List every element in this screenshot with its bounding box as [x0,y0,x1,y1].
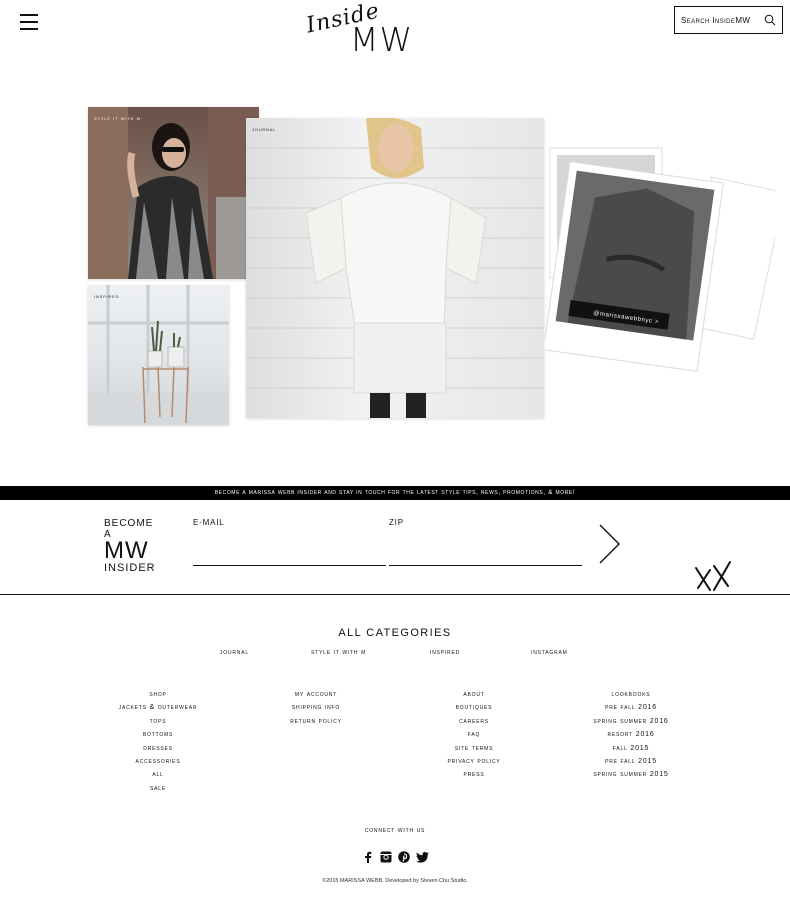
site-logo[interactable]: Inside MW [300,0,420,59]
search-input[interactable]: Search InsideMW [674,6,783,34]
footer-col-company: about boutiques careers faq site terms p… [424,688,524,782]
search-icon[interactable] [764,14,776,26]
email-field[interactable] [193,534,386,564]
footer-link[interactable]: careers [424,715,524,728]
insider-title-bottom: INSIDER [104,562,156,574]
insider-title: BECOME A MW INSIDER [104,518,164,574]
footer-link[interactable]: spring summer 2016 [576,715,686,728]
inspired-tile[interactable]: inspired [88,285,229,425]
twitter-icon[interactable] [416,852,429,863]
connect-heading: connect with us [364,827,426,834]
footer-link[interactable]: bottoms [108,728,208,741]
footer-col-shop: shop jackets & outerwear tops bottoms dr… [108,688,208,795]
zip-field[interactable] [389,534,582,564]
footer-link[interactable]: privacy policy [424,755,524,768]
signup-banner: become a marissa webb insider and stay i… [0,486,790,500]
zip-underline [389,565,582,566]
footer-link[interactable]: pre fall 2016 [576,701,686,714]
email-label: E-MAIL [193,518,225,527]
social-links [362,850,430,864]
footer-link[interactable]: lookbooks [576,688,686,701]
footer-link[interactable]: shipping info [266,701,366,714]
footer-link[interactable]: return policy [266,715,366,728]
tile-label-journal: journal [252,127,277,133]
footer-link[interactable]: boutiques [424,701,524,714]
category-link-inspired[interactable]: inspired [430,649,460,656]
footer-link[interactable]: spring summer 2015 [576,768,686,781]
footer-link[interactable]: sale [108,782,208,795]
email-underline [193,565,386,566]
instagram-tile[interactable]: @marissawebbnyc > [542,143,786,373]
footer-link[interactable]: accessories [108,755,208,768]
footer-link[interactable]: faq [424,728,524,741]
all-categories-heading: ALL CATEGORIES [338,627,452,639]
footer-link[interactable]: about [424,688,524,701]
category-link-journal[interactable]: journal [220,649,249,656]
footer-link[interactable]: press [424,768,524,781]
footer-link[interactable]: tops [108,715,208,728]
instagram-polaroid-stack [542,147,786,372]
footer-link[interactable]: shop [108,688,208,701]
footer-link[interactable]: fall 2015 [576,742,686,755]
instagram-icon[interactable] [380,851,392,863]
footer-col-lookbooks: lookbooks pre fall 2016 spring summer 20… [576,688,686,782]
footer-link[interactable]: site terms [424,742,524,755]
submit-arrow-icon[interactable] [598,523,622,565]
insider-title-mid: MW [104,537,149,564]
copyright: ©2015 MARISSA WEBB. Developed by Steven … [322,878,468,884]
footer-link[interactable]: all [108,768,208,781]
footer-link[interactable]: my account [266,688,366,701]
footer-link[interactable]: jackets & outerwear [108,701,208,714]
xx-signature [695,561,731,591]
journal-photo [246,118,544,418]
style-photo [88,107,259,279]
section-divider [0,594,790,595]
category-link-style[interactable]: style it with m [311,649,366,656]
footer-link[interactable]: resort 2016 [576,728,686,741]
tile-label-inspired: inspired [94,294,120,300]
footer-link[interactable]: dresses [108,742,208,755]
inspired-photo [88,285,229,425]
category-link-instagram[interactable]: instagram [531,649,568,656]
facebook-icon[interactable] [364,851,372,863]
footer-col-account: my account shipping info return policy [266,688,366,728]
zip-label: ZIP [389,518,404,527]
footer-link[interactable]: pre fall 2015 [576,755,686,768]
search-placeholder: Search InsideMW [681,16,751,25]
menu-icon[interactable] [20,14,38,30]
journal-tile[interactable]: journal [246,118,544,418]
logo-mw: MW [350,20,414,59]
style-it-with-m-tile[interactable]: style it with m [88,107,259,279]
pinterest-icon[interactable] [398,851,410,863]
tile-label-style: style it with m [94,116,141,122]
